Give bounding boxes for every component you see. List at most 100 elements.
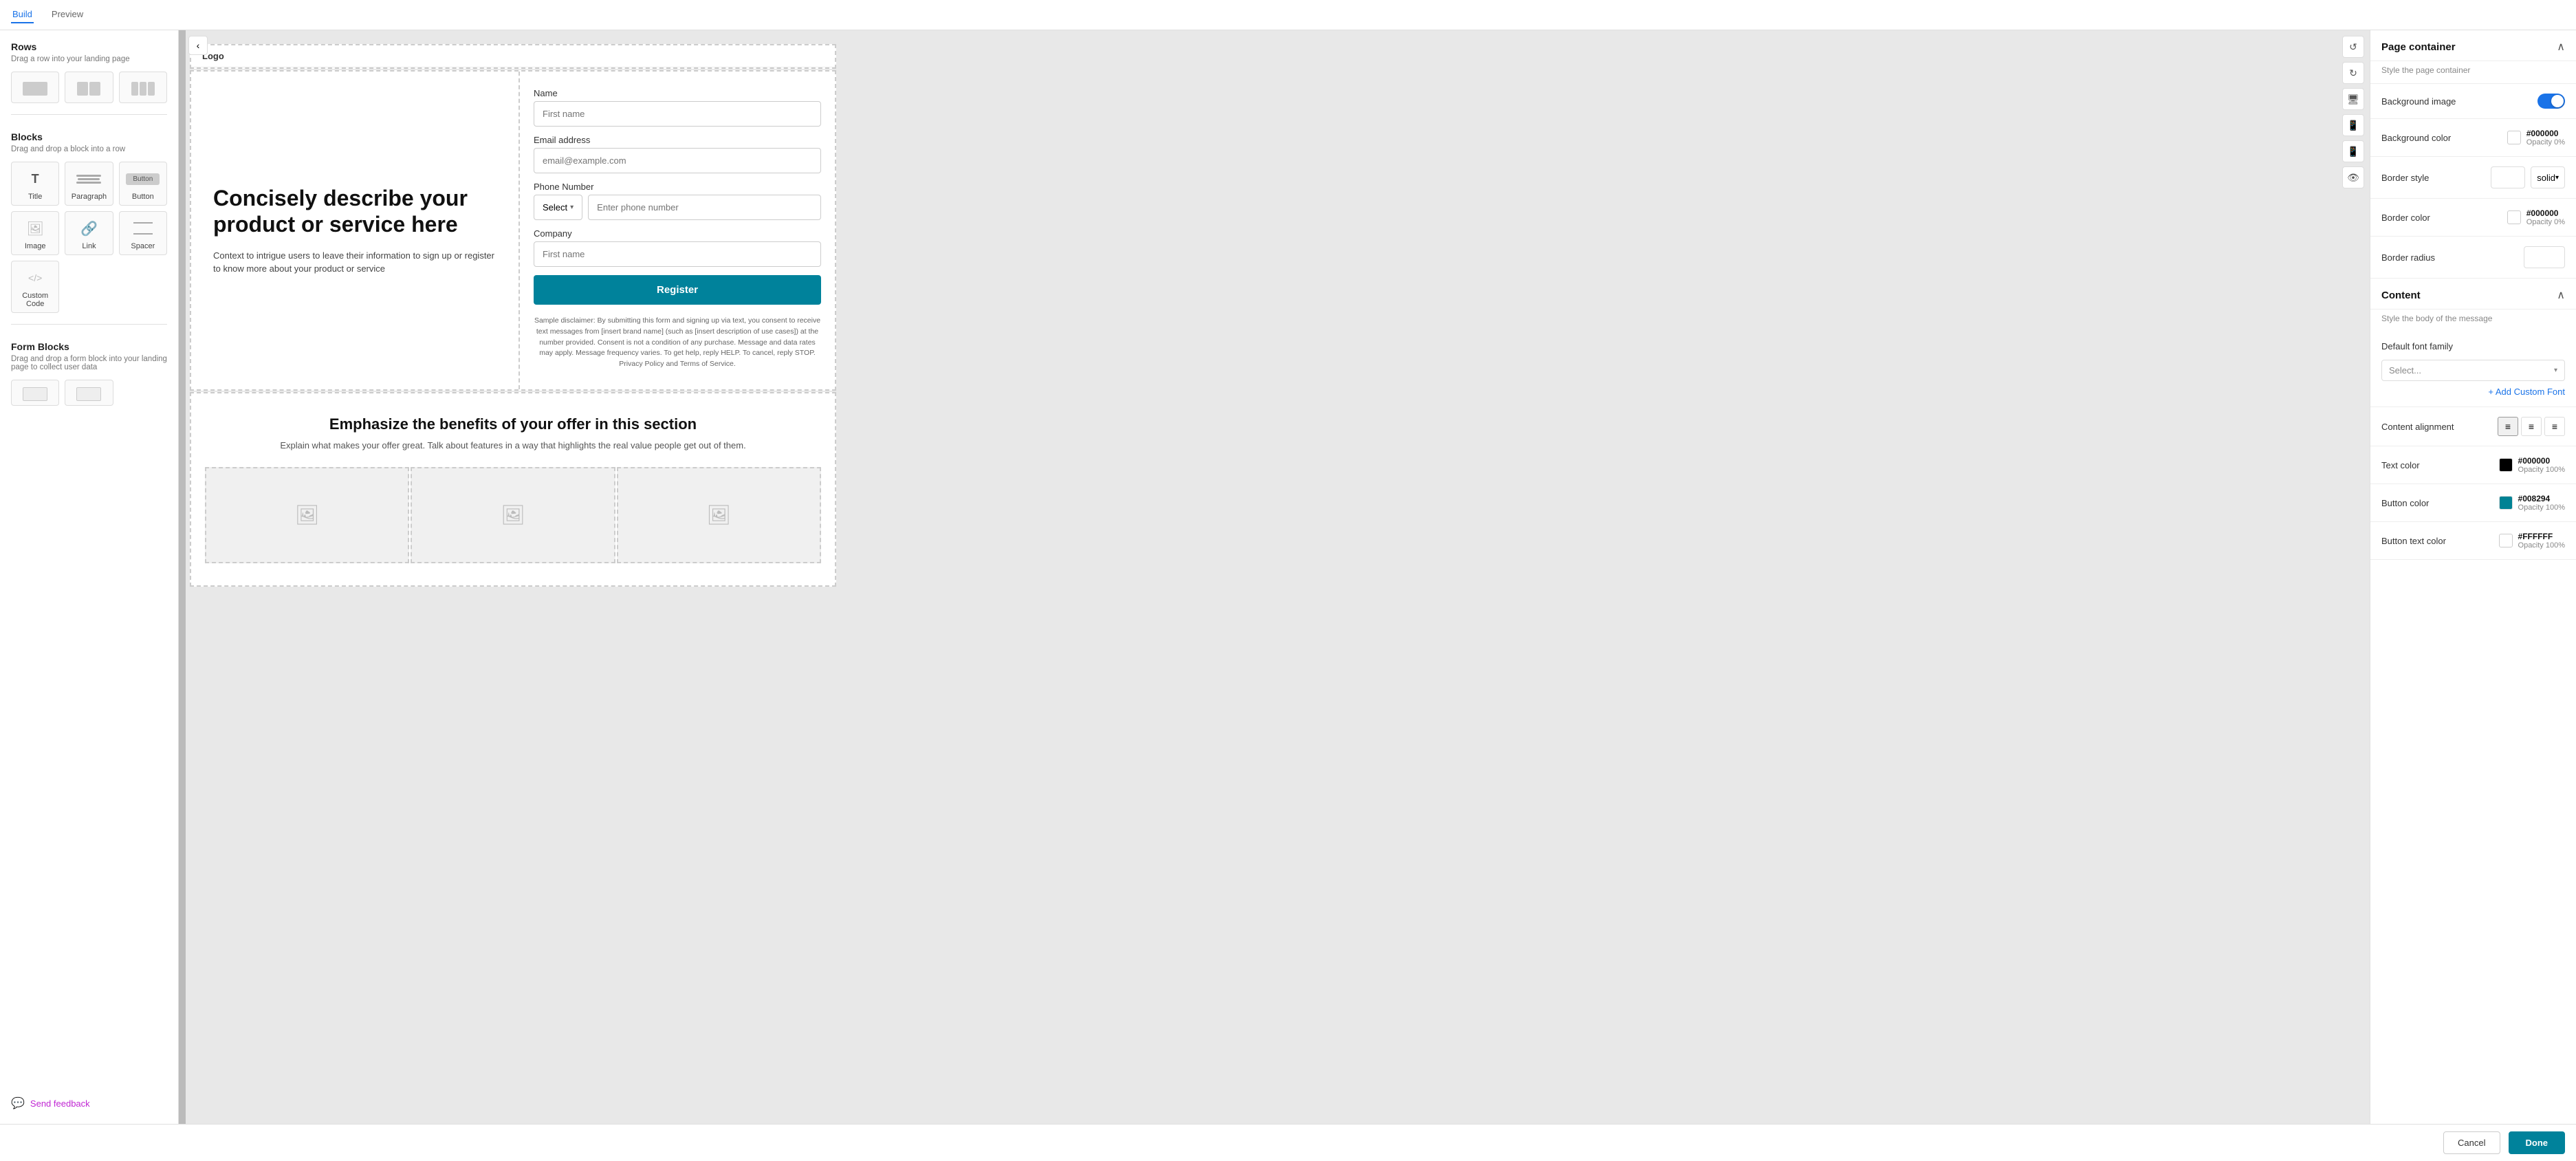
- border-color-hex: #000000: [2526, 208, 2565, 218]
- content-header: Content ∧: [2370, 279, 2576, 310]
- canvas-resize-handle[interactable]: [179, 30, 186, 1124]
- border-color-swatch: [2507, 210, 2521, 224]
- hero-desc: Context to intrigue users to leave their…: [213, 249, 496, 276]
- text-color-row: Text color #000000 Opacity 100%: [2381, 456, 2565, 474]
- desktop-view-button[interactable]: 🖥: [2342, 88, 2364, 110]
- font-family-section: Default font family Select... ▾ + Add Cu…: [2370, 332, 2576, 407]
- redo-button[interactable]: ↻: [2342, 62, 2364, 84]
- border-style-value: solid: [2537, 173, 2555, 183]
- send-feedback-button[interactable]: 💬 Send feedback: [11, 1088, 167, 1113]
- image-placeholder-1: 🖼: [205, 467, 409, 563]
- background-color-hex: #000000: [2526, 129, 2565, 138]
- form-name-input[interactable]: [534, 101, 821, 127]
- register-button[interactable]: Register: [534, 275, 821, 305]
- background-image-toggle[interactable]: [2537, 94, 2565, 109]
- visibility-toggle-button[interactable]: 👁: [2342, 166, 2364, 188]
- background-color-label: Background color: [2381, 133, 2451, 143]
- form-phone-group: Phone Number Select ▾: [534, 182, 821, 220]
- block-image[interactable]: 🖼 Image: [11, 211, 59, 255]
- logo-section: Logo: [190, 44, 836, 69]
- collapse-button[interactable]: ∧: [2557, 40, 2565, 54]
- undo-button[interactable]: ↺: [2342, 36, 2364, 58]
- image-icon-2: 🖼: [501, 503, 525, 526]
- done-button[interactable]: Done: [2509, 1131, 2566, 1154]
- form-company-input[interactable]: [534, 241, 821, 267]
- border-style-select[interactable]: solid ▾: [2531, 166, 2565, 188]
- block-title[interactable]: T Title: [11, 162, 59, 206]
- button-color-opacity: Opacity 100%: [2518, 503, 2565, 512]
- align-right-button[interactable]: ≡: [2544, 417, 2565, 436]
- border-style-label: Border style: [2381, 173, 2429, 183]
- rows-desc: Drag a row into your landing page: [11, 55, 167, 63]
- text-color-value[interactable]: #000000 Opacity 100%: [2499, 456, 2565, 474]
- row-layout-2[interactable]: [65, 72, 113, 103]
- border-width-input[interactable]: [2491, 166, 2525, 188]
- block-grid: T Title Paragraph Button Button 🖼 Imag: [11, 162, 167, 313]
- row-layout-1[interactable]: [11, 72, 59, 103]
- chevron-down-border-icon: ▾: [2555, 174, 2559, 182]
- content-alignment-section: Content alignment ≡ ≡ ≡: [2370, 407, 2576, 446]
- button-text-color-row: Button text color #FFFFFF Opacity 100%: [2381, 532, 2565, 550]
- border-color-value[interactable]: #000000 Opacity 0%: [2507, 208, 2565, 226]
- button-color-value[interactable]: #008294 Opacity 100%: [2499, 494, 2565, 512]
- border-style-controls: solid ▾: [2491, 166, 2565, 188]
- row-layout-3[interactable]: [119, 72, 167, 103]
- form-block-grid: [11, 380, 167, 406]
- tablet-view-button[interactable]: 📱: [2342, 114, 2364, 136]
- logo-label: Logo: [191, 45, 835, 67]
- text-color-opacity: Opacity 100%: [2518, 466, 2565, 474]
- border-color-info: #000000 Opacity 0%: [2526, 208, 2565, 226]
- tab-build[interactable]: Build: [11, 6, 34, 23]
- background-color-section: Background color #000000 Opacity 0%: [2370, 119, 2576, 157]
- content-collapse-button[interactable]: ∧: [2557, 288, 2565, 302]
- align-center-button[interactable]: ≡: [2521, 417, 2542, 436]
- background-image-row: Background image: [2381, 94, 2565, 109]
- background-color-value[interactable]: #000000 Opacity 0%: [2507, 129, 2565, 147]
- phone-select-button[interactable]: Select ▾: [534, 195, 582, 220]
- hero-title: Concisely describe your product or servi…: [213, 185, 496, 238]
- left-sidebar: Rows Drag a row into your landing page B…: [0, 30, 179, 1124]
- blocks-title: Blocks: [11, 131, 167, 142]
- add-custom-font-link[interactable]: + Add Custom Font: [2488, 387, 2565, 397]
- border-radius-input[interactable]: [2524, 246, 2565, 268]
- form-email-input[interactable]: [534, 148, 821, 173]
- background-image-label: Background image: [2381, 96, 2456, 107]
- font-family-select[interactable]: Select... ▾: [2381, 360, 2565, 381]
- border-radius-section: Border radius: [2370, 237, 2576, 279]
- form-email-label: Email address: [534, 135, 821, 145]
- form-phone-label: Phone Number: [534, 182, 821, 192]
- benefits-section: Emphasize the benefits of your offer in …: [190, 392, 836, 587]
- disclaimer-text: Sample disclaimer: By submitting this fo…: [534, 313, 821, 373]
- form-company-label: Company: [534, 228, 821, 239]
- benefits-desc: Explain what makes your offer great. Tal…: [205, 440, 821, 451]
- canvas-toolbar: ↺ ↻ 🖥 📱 📱 👁: [2342, 36, 2364, 188]
- block-spacer[interactable]: Spacer: [119, 211, 167, 255]
- content-subtitle: Style the body of the message: [2370, 310, 2576, 332]
- background-color-swatch: [2507, 131, 2521, 144]
- block-custom-code[interactable]: </> Custom Code: [11, 261, 59, 313]
- content-alignment-label: Content alignment: [2381, 422, 2454, 432]
- form-block-2[interactable]: [65, 380, 113, 406]
- tab-preview[interactable]: Preview: [50, 6, 85, 23]
- form-blocks-desc: Drag and drop a form block into your lan…: [11, 355, 167, 371]
- border-radius-row: Border radius: [2381, 246, 2565, 268]
- block-button[interactable]: Button Button: [119, 162, 167, 206]
- canvas-area: ↺ ↻ 🖥 📱 📱 👁 ‹ Logo Concisely describe yo…: [179, 30, 2370, 1124]
- button-color-swatch: [2499, 496, 2513, 510]
- block-link[interactable]: 🔗 Link: [65, 211, 113, 255]
- content-title: Content: [2381, 290, 2421, 301]
- phone-number-input[interactable]: [588, 195, 821, 220]
- align-left-button[interactable]: ≡: [2498, 417, 2518, 436]
- border-color-row: Border color #000000 Opacity 0%: [2381, 208, 2565, 226]
- block-paragraph[interactable]: Paragraph: [65, 162, 113, 206]
- main-layout: Rows Drag a row into your landing page B…: [0, 30, 2576, 1124]
- cancel-button[interactable]: Cancel: [2443, 1131, 2500, 1154]
- bottom-bar: Cancel Done: [0, 1124, 2576, 1161]
- button-text-color-value[interactable]: #FFFFFF Opacity 100%: [2499, 532, 2565, 550]
- border-style-section: Border style solid ▾: [2370, 157, 2576, 199]
- form-block-1[interactable]: [11, 380, 59, 406]
- text-color-label: Text color: [2381, 460, 2420, 470]
- row-layouts: [11, 72, 167, 103]
- back-button[interactable]: ‹: [188, 36, 208, 55]
- mobile-view-button[interactable]: 📱: [2342, 140, 2364, 162]
